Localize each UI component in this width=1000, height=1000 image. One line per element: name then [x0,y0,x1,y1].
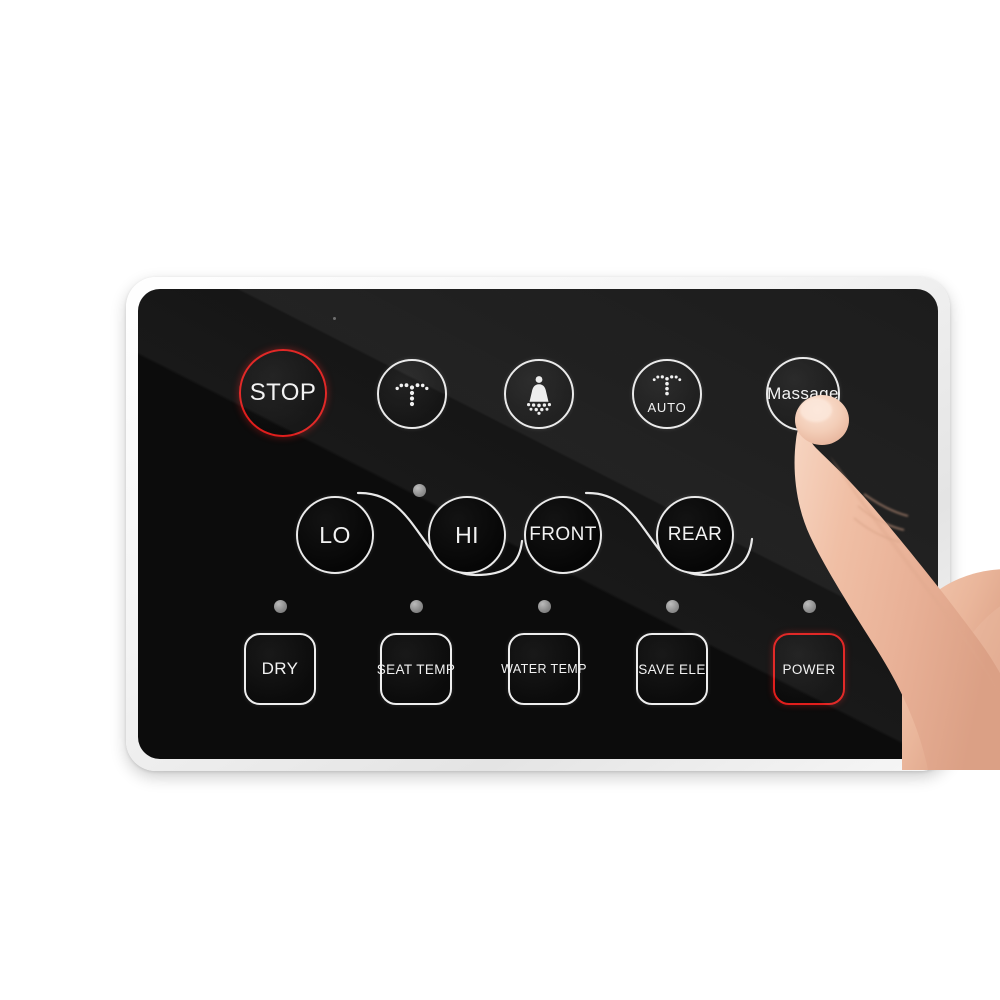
pressure-hi-label: HI [455,521,479,548]
save-ele-button-label: SAVE ELE [638,661,706,677]
position-rear-label: REAR [667,524,723,545]
save-ele-button[interactable]: SAVE ELE [636,633,708,705]
position-front-button[interactable]: FRONT [524,496,602,574]
pressure-led-indicator [413,484,426,497]
pressure-lo-button[interactable]: LO [296,496,374,574]
rear-spray-icon [395,383,429,407]
auto-wash-button[interactable]: AUTO [632,359,702,429]
front-wash-button[interactable] [504,359,574,429]
fingertip-highlight [800,398,832,422]
pressure-hi-button[interactable]: HI [428,496,506,574]
save-ele-led-indicator [666,600,679,613]
seat-temp-button-label: SEAT TEMP [376,661,456,677]
stop-button[interactable]: STOP [239,349,327,437]
pressure-lo-label: LO [319,521,351,548]
water-temp-button[interactable]: WATER TEMP [501,633,586,705]
water-temp-led-indicator [538,600,551,613]
rear-wash-button[interactable] [377,359,447,429]
water-temp-button-label: WATER TEMP [501,662,587,676]
dry-button[interactable]: DRY [244,633,316,705]
seat-temp-button[interactable]: SEAT TEMP [377,633,455,705]
auto-spray-icon [652,374,682,395]
hand-pressing-button [794,395,1000,770]
dry-button-label: DRY [261,659,299,678]
glass-speck [333,317,336,320]
stop-button-label: STOP [249,379,317,406]
lady-wash-icon [527,376,551,415]
position-rear-button[interactable]: REAR [656,496,734,574]
dry-led-indicator [274,600,287,613]
position-front-label: FRONT [529,524,597,545]
auto-wash-button-label: AUTO [647,399,687,415]
seat-temp-led-indicator [410,600,423,613]
